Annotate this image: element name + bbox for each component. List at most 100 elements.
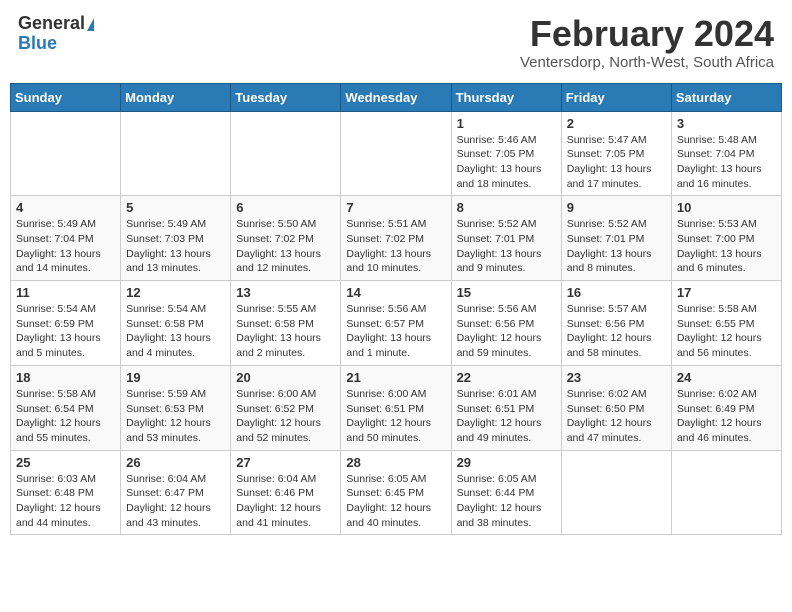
calendar-week-1: 4 Sunrise: 5:49 AM Sunset: 7:04 PM Daylig… — [11, 196, 782, 281]
calendar-cell: 14 Sunrise: 5:56 AM Sunset: 6:57 PM Dayli… — [341, 281, 451, 366]
day-info: Sunrise: 5:59 AM Sunset: 6:53 PM Dayligh… — [126, 387, 225, 446]
day-number: 4 — [16, 200, 115, 215]
day-number: 5 — [126, 200, 225, 215]
day-number: 14 — [346, 285, 445, 300]
weekday-header-wednesday: Wednesday — [341, 83, 451, 111]
calendar-cell: 8 Sunrise: 5:52 AM Sunset: 7:01 PM Daylig… — [451, 196, 561, 281]
day-number: 9 — [567, 200, 666, 215]
calendar-cell: 25 Sunrise: 6:03 AM Sunset: 6:48 PM Dayli… — [11, 450, 121, 535]
day-number: 2 — [567, 116, 666, 131]
day-number: 20 — [236, 370, 335, 385]
location-title: Ventersdorp, North-West, South Africa — [520, 54, 774, 71]
day-info: Sunrise: 6:04 AM Sunset: 6:46 PM Dayligh… — [236, 472, 335, 531]
weekday-header-tuesday: Tuesday — [231, 83, 341, 111]
day-info: Sunrise: 5:54 AM Sunset: 6:58 PM Dayligh… — [126, 302, 225, 361]
calendar-cell — [121, 111, 231, 196]
day-info: Sunrise: 5:52 AM Sunset: 7:01 PM Dayligh… — [457, 217, 556, 276]
day-info: Sunrise: 6:02 AM Sunset: 6:50 PM Dayligh… — [567, 387, 666, 446]
day-number: 10 — [677, 200, 776, 215]
calendar-cell — [561, 450, 671, 535]
title-block: February 2024 Ventersdorp, North-West, S… — [520, 14, 774, 71]
calendar-cell: 29 Sunrise: 6:05 AM Sunset: 6:44 PM Dayli… — [451, 450, 561, 535]
logo-blue: Blue — [18, 34, 57, 54]
day-number: 16 — [567, 285, 666, 300]
day-info: Sunrise: 5:54 AM Sunset: 6:59 PM Dayligh… — [16, 302, 115, 361]
calendar-cell: 20 Sunrise: 6:00 AM Sunset: 6:52 PM Dayli… — [231, 365, 341, 450]
calendar-cell: 18 Sunrise: 5:58 AM Sunset: 6:54 PM Dayli… — [11, 365, 121, 450]
calendar-cell: 2 Sunrise: 5:47 AM Sunset: 7:05 PM Daylig… — [561, 111, 671, 196]
calendar-cell: 27 Sunrise: 6:04 AM Sunset: 6:46 PM Dayli… — [231, 450, 341, 535]
day-number: 21 — [346, 370, 445, 385]
calendar-cell — [341, 111, 451, 196]
day-info: Sunrise: 5:51 AM Sunset: 7:02 PM Dayligh… — [346, 217, 445, 276]
calendar-week-4: 25 Sunrise: 6:03 AM Sunset: 6:48 PM Dayli… — [11, 450, 782, 535]
calendar-week-3: 18 Sunrise: 5:58 AM Sunset: 6:54 PM Dayli… — [11, 365, 782, 450]
day-number: 1 — [457, 116, 556, 131]
day-info: Sunrise: 5:58 AM Sunset: 6:54 PM Dayligh… — [16, 387, 115, 446]
calendar-cell: 21 Sunrise: 6:00 AM Sunset: 6:51 PM Dayli… — [341, 365, 451, 450]
weekday-header-thursday: Thursday — [451, 83, 561, 111]
calendar-table: SundayMondayTuesdayWednesdayThursdayFrid… — [10, 83, 782, 536]
calendar-cell: 17Sunrise: 5:58 AM Sunset: 6:55 PM Dayli… — [671, 281, 781, 366]
calendar-week-2: 11 Sunrise: 5:54 AM Sunset: 6:59 PM Dayli… — [11, 281, 782, 366]
day-number: 23 — [567, 370, 666, 385]
calendar-cell: 28Sunrise: 6:05 AM Sunset: 6:45 PM Dayli… — [341, 450, 451, 535]
day-number: 7 — [346, 200, 445, 215]
day-number: 27 — [236, 455, 335, 470]
day-info: Sunrise: 5:49 AM Sunset: 7:04 PM Dayligh… — [16, 217, 115, 276]
weekday-header-sunday: Sunday — [11, 83, 121, 111]
day-info: Sunrise: 5:57 AM Sunset: 6:56 PM Dayligh… — [567, 302, 666, 361]
month-title: February 2024 — [520, 14, 774, 54]
day-info: Sunrise: 5:55 AM Sunset: 6:58 PM Dayligh… — [236, 302, 335, 361]
calendar-cell: 9 Sunrise: 5:52 AM Sunset: 7:01 PM Daylig… — [561, 196, 671, 281]
day-info: Sunrise: 6:00 AM Sunset: 6:52 PM Dayligh… — [236, 387, 335, 446]
day-info: Sunrise: 6:01 AM Sunset: 6:51 PM Dayligh… — [457, 387, 556, 446]
calendar-cell — [671, 450, 781, 535]
calendar-cell: 13 Sunrise: 5:55 AM Sunset: 6:58 PM Dayli… — [231, 281, 341, 366]
calendar-week-0: 1 Sunrise: 5:46 AM Sunset: 7:05 PM Daylig… — [11, 111, 782, 196]
day-number: 25 — [16, 455, 115, 470]
day-info: Sunrise: 6:05 AM Sunset: 6:45 PM Dayligh… — [346, 472, 445, 531]
day-number: 18 — [16, 370, 115, 385]
day-info: Sunrise: 6:02 AM Sunset: 6:49 PM Dayligh… — [677, 387, 776, 446]
day-info: Sunrise: 5:46 AM Sunset: 7:05 PM Dayligh… — [457, 133, 556, 192]
weekday-header-row: SundayMondayTuesdayWednesdayThursdayFrid… — [11, 83, 782, 111]
calendar-cell: 15Sunrise: 5:56 AM Sunset: 6:56 PM Dayli… — [451, 281, 561, 366]
day-info: Sunrise: 5:47 AM Sunset: 7:05 PM Dayligh… — [567, 133, 666, 192]
day-number: 29 — [457, 455, 556, 470]
calendar-cell: 23 Sunrise: 6:02 AM Sunset: 6:50 PM Dayli… — [561, 365, 671, 450]
calendar-body: 1 Sunrise: 5:46 AM Sunset: 7:05 PM Daylig… — [11, 111, 782, 535]
day-info: Sunrise: 5:58 AM Sunset: 6:55 PM Dayligh… — [677, 302, 776, 361]
calendar-cell: 4 Sunrise: 5:49 AM Sunset: 7:04 PM Daylig… — [11, 196, 121, 281]
day-info: Sunrise: 5:56 AM Sunset: 6:57 PM Dayligh… — [346, 302, 445, 361]
calendar-cell: 10 Sunrise: 5:53 AM Sunset: 7:00 PM Dayli… — [671, 196, 781, 281]
day-number: 13 — [236, 285, 335, 300]
weekday-header-friday: Friday — [561, 83, 671, 111]
day-info: Sunrise: 5:48 AM Sunset: 7:04 PM Dayligh… — [677, 133, 776, 192]
calendar-cell: 12 Sunrise: 5:54 AM Sunset: 6:58 PM Dayli… — [121, 281, 231, 366]
logo-general: General — [18, 14, 94, 34]
day-number: 11 — [16, 285, 115, 300]
day-info: Sunrise: 6:04 AM Sunset: 6:47 PM Dayligh… — [126, 472, 225, 531]
calendar-cell — [231, 111, 341, 196]
day-number: 12 — [126, 285, 225, 300]
weekday-header-saturday: Saturday — [671, 83, 781, 111]
calendar-cell: 5Sunrise: 5:49 AM Sunset: 7:03 PM Daylig… — [121, 196, 231, 281]
calendar-cell: 22Sunrise: 6:01 AM Sunset: 6:51 PM Dayli… — [451, 365, 561, 450]
logo: General Blue — [18, 14, 94, 54]
calendar-cell: 19Sunrise: 5:59 AM Sunset: 6:53 PM Dayli… — [121, 365, 231, 450]
day-number: 24 — [677, 370, 776, 385]
day-info: Sunrise: 6:00 AM Sunset: 6:51 PM Dayligh… — [346, 387, 445, 446]
day-info: Sunrise: 5:52 AM Sunset: 7:01 PM Dayligh… — [567, 217, 666, 276]
calendar-cell: 26Sunrise: 6:04 AM Sunset: 6:47 PM Dayli… — [121, 450, 231, 535]
calendar-cell — [11, 111, 121, 196]
day-number: 6 — [236, 200, 335, 215]
day-info: Sunrise: 6:05 AM Sunset: 6:44 PM Dayligh… — [457, 472, 556, 531]
day-info: Sunrise: 6:03 AM Sunset: 6:48 PM Dayligh… — [16, 472, 115, 531]
calendar-cell: 3Sunrise: 5:48 AM Sunset: 7:04 PM Daylig… — [671, 111, 781, 196]
day-number: 8 — [457, 200, 556, 215]
calendar-cell: 11 Sunrise: 5:54 AM Sunset: 6:59 PM Dayli… — [11, 281, 121, 366]
day-number: 15 — [457, 285, 556, 300]
day-info: Sunrise: 5:53 AM Sunset: 7:00 PM Dayligh… — [677, 217, 776, 276]
page-header: General Blue February 2024 Ventersdorp, … — [10, 10, 782, 75]
